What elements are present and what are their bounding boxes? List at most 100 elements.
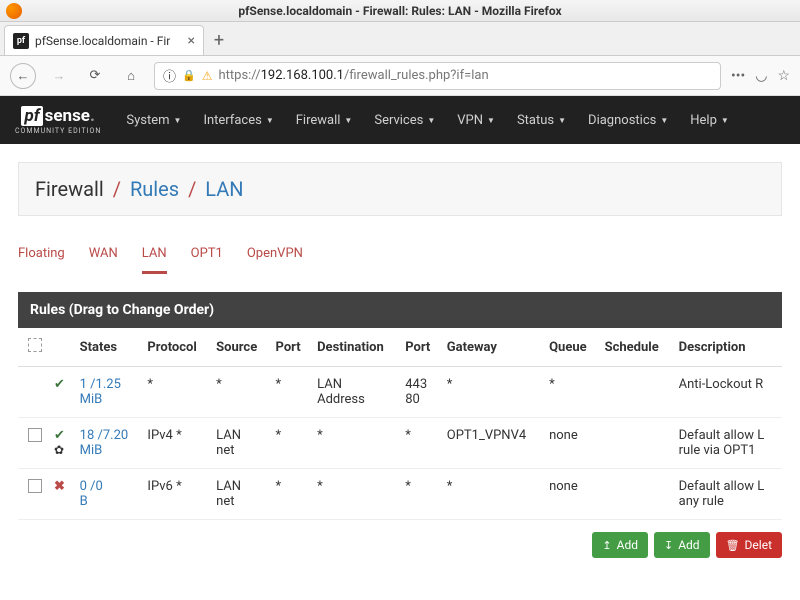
favicon-icon: pf	[13, 33, 29, 49]
cell-description: Default allow L any rule	[673, 469, 782, 520]
cell-protocol: IPv4 *	[141, 418, 210, 469]
browser-tab[interactable]: pf pfSense.localdomain - Fir ×	[4, 25, 204, 55]
row-checkbox[interactable]	[28, 479, 42, 493]
cell-destination: *	[311, 418, 399, 469]
interface-tabs: Floating WAN LAN OPT1 OpenVPN	[18, 240, 782, 274]
check-icon: ✔	[54, 428, 65, 443]
url-input[interactable]: ⓘ 🔒 ⚠ https://192.168.100.1/firewall_rul…	[154, 62, 721, 90]
cell-protocol: IPv6 *	[141, 469, 210, 520]
panel-title: Rules (Drag to Change Order)	[18, 292, 782, 328]
nav-status[interactable]: Status▼	[508, 107, 575, 134]
col-sport: Port	[270, 328, 312, 367]
states-link[interactable]: 18 /7.20MiB	[80, 428, 129, 458]
caret-down-icon: ▼	[487, 116, 495, 125]
nav-diagnostics[interactable]: Diagnostics▼	[579, 107, 677, 134]
caret-down-icon: ▼	[427, 116, 435, 125]
caret-down-icon: ▼	[558, 116, 566, 125]
action-bar: ↥Add ↧Add 🗑Delet	[18, 532, 782, 558]
cell-destination: *	[311, 469, 399, 520]
window-title: pfSense.localdomain - Firewall: Rules: L…	[238, 4, 561, 18]
cell-queue: none	[543, 469, 599, 520]
table-row[interactable]: ✔✿18 /7.20MiBIPv4 *LANnet***OPT1_VPNV4no…	[18, 418, 782, 469]
table-row[interactable]: ✔1 /1.25MiB***LANAddress44380**Anti-Lock…	[18, 367, 782, 418]
caret-down-icon: ▼	[721, 116, 729, 125]
forward-button[interactable]: →	[46, 63, 72, 89]
cell-schedule	[599, 469, 673, 520]
tab-opt1[interactable]: OPT1	[191, 240, 223, 274]
cell-source: LANnet	[210, 418, 269, 469]
browser-toolbar: ← → ⟳ ⌂ ⓘ 🔒 ⚠ https://192.168.100.1/fire…	[0, 56, 800, 96]
cell-schedule	[599, 367, 673, 418]
cell-sport: *	[270, 418, 312, 469]
col-queue: Queue	[543, 328, 599, 367]
cell-destination: LANAddress	[311, 367, 399, 418]
cell-dport: *	[399, 469, 441, 520]
os-titlebar: pfSense.localdomain - Firewall: Rules: L…	[0, 0, 800, 22]
row-checkbox[interactable]	[28, 428, 42, 442]
breadcrumb-level-0: Firewall	[35, 177, 104, 201]
tab-lan[interactable]: LAN	[142, 240, 167, 274]
check-icon: ✔	[54, 377, 65, 392]
select-all-checkbox[interactable]	[28, 338, 42, 352]
cell-queue: *	[543, 367, 599, 418]
tab-label: pfSense.localdomain - Fir	[35, 34, 182, 48]
cell-protocol: *	[141, 367, 210, 418]
firefox-icon	[6, 3, 22, 19]
delete-button[interactable]: 🗑Delet	[716, 532, 782, 558]
cell-dport: *	[399, 418, 441, 469]
tab-floating[interactable]: Floating	[18, 240, 65, 274]
col-states: States	[74, 328, 142, 367]
tab-openvpn[interactable]: OpenVPN	[247, 240, 303, 274]
gear-icon[interactable]: ✿	[54, 443, 64, 457]
nav-services[interactable]: Services▼	[365, 107, 444, 134]
states-link[interactable]: 0 /0B	[80, 479, 103, 509]
pocket-icon[interactable]: ◡	[755, 68, 767, 84]
arrow-up-icon: ↥	[602, 539, 611, 552]
add-bottom-button[interactable]: ↧Add	[654, 532, 710, 558]
new-tab-button[interactable]: +	[204, 25, 234, 55]
add-top-button[interactable]: ↥Add	[592, 532, 648, 558]
close-tab-icon[interactable]: ×	[188, 33, 195, 49]
back-button[interactable]: ←	[10, 63, 36, 89]
arrow-down-icon: ↧	[664, 539, 673, 552]
col-protocol: Protocol	[141, 328, 210, 367]
nav-interfaces[interactable]: Interfaces▼	[194, 107, 282, 134]
breadcrumb-level-1[interactable]: Rules	[130, 177, 179, 201]
states-link[interactable]: 1 /1.25MiB	[80, 377, 121, 407]
menu-dots-icon[interactable]: •••	[731, 68, 745, 84]
pfsense-logo[interactable]: pfsense. COMMUNITY EDITION	[15, 106, 101, 135]
nav-help[interactable]: Help▼	[681, 107, 738, 134]
home-button[interactable]: ⌂	[118, 63, 144, 89]
cell-gateway: *	[441, 469, 543, 520]
col-gateway: Gateway	[441, 328, 543, 367]
bookmark-icon[interactable]: ☆	[777, 68, 790, 84]
breadcrumb: Firewall / Rules / LAN	[18, 162, 782, 216]
nav-system[interactable]: System▼	[117, 107, 190, 134]
caret-down-icon: ▼	[174, 116, 182, 125]
info-icon[interactable]: ⓘ	[163, 66, 176, 85]
col-destination: Destination	[311, 328, 399, 367]
cell-source: *	[210, 367, 269, 418]
cell-sport: *	[270, 367, 312, 418]
reload-button[interactable]: ⟳	[82, 63, 108, 89]
rules-table: States Protocol Source Port Destination …	[18, 328, 782, 520]
cell-source: LANnet	[210, 469, 269, 520]
col-source: Source	[210, 328, 269, 367]
nav-firewall[interactable]: Firewall▼	[287, 107, 362, 134]
breadcrumb-sep: /	[113, 177, 121, 201]
nav-vpn[interactable]: VPN▼	[448, 107, 504, 134]
cell-gateway: *	[441, 367, 543, 418]
x-icon: ✖	[54, 479, 65, 494]
tab-wan[interactable]: WAN	[89, 240, 118, 274]
main-nav: pfsense. COMMUNITY EDITION System▼ Inter…	[0, 96, 800, 144]
col-description: Description	[673, 328, 782, 367]
cell-dport: 44380	[399, 367, 441, 418]
col-dport: Port	[399, 328, 441, 367]
breadcrumb-level-2[interactable]: LAN	[205, 177, 243, 201]
browser-tabstrip: pf pfSense.localdomain - Fir × +	[0, 22, 800, 56]
cell-queue: none	[543, 418, 599, 469]
trash-icon: 🗑	[726, 539, 740, 552]
table-row[interactable]: ✖0 /0BIPv6 *LANnet****noneDefault allow …	[18, 469, 782, 520]
warning-icon: ⚠	[202, 69, 213, 83]
url-text: https://192.168.100.1/firewall_rules.php…	[218, 68, 488, 83]
